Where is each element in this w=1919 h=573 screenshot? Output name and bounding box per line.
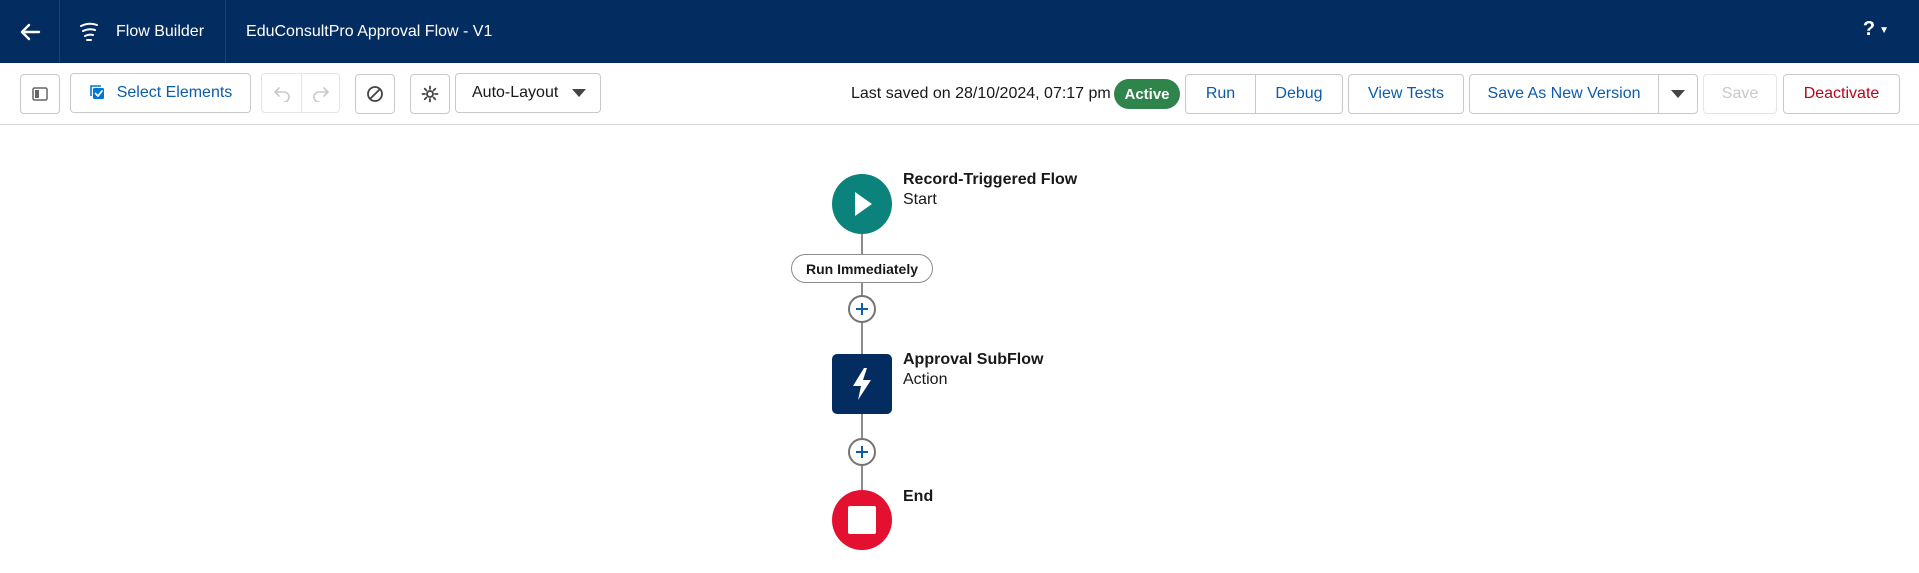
save-as-new-version-label: Save As New Version	[1487, 85, 1641, 102]
save-as-group: Save As New Version	[1469, 74, 1698, 114]
stop-icon	[848, 506, 876, 534]
panel-toggle-icon	[32, 87, 48, 101]
ban-icon	[367, 86, 383, 102]
layout-mode-dropdown[interactable]: Auto-Layout	[455, 73, 601, 113]
help-icon: ?	[1862, 18, 1876, 40]
add-element-button[interactable]	[848, 438, 876, 466]
select-elements-icon	[89, 85, 104, 99]
lightning-icon	[853, 368, 871, 400]
errors-warnings-button[interactable]	[355, 74, 395, 114]
deactivate-label: Deactivate	[1803, 85, 1880, 102]
view-tests-button[interactable]: View Tests	[1348, 74, 1464, 114]
global-header: Flow Builder EduConsultPro Approval Flow…	[0, 0, 1919, 63]
toolbar: Select Elements Auto-Layout Last saved o…	[0, 63, 1919, 125]
plus-icon	[856, 303, 868, 315]
flow-settings-button[interactable]	[410, 74, 450, 114]
deactivate-button[interactable]: Deactivate	[1783, 74, 1900, 114]
redo-icon	[312, 87, 329, 102]
flow-builder-icon	[80, 22, 98, 41]
help-menu-button[interactable]: ? ▼	[1863, 18, 1889, 41]
add-element-button[interactable]	[848, 295, 876, 323]
play-icon	[855, 192, 872, 216]
save-options-menu-button[interactable]	[1658, 75, 1697, 113]
chevron-down-icon	[572, 89, 586, 97]
app-branding: Flow Builder	[60, 0, 227, 63]
action-node-title: Approval SubFlow	[903, 351, 1044, 368]
end-node-title: End	[903, 488, 934, 505]
layout-mode-value: Auto-Layout	[472, 84, 559, 101]
end-node[interactable]	[832, 490, 892, 550]
action-node[interactable]	[832, 354, 892, 414]
debug-button[interactable]: Debug	[1255, 75, 1342, 113]
flow-canvas[interactable]: Record-Triggered Flow Start Run Immediat…	[0, 126, 1919, 573]
select-elements-button[interactable]: Select Elements	[70, 73, 251, 113]
plus-icon	[856, 446, 868, 458]
status-badge: Active	[1114, 79, 1180, 109]
view-tests-label: View Tests	[1368, 85, 1444, 102]
gear-icon	[421, 85, 439, 103]
chevron-down-icon	[1671, 90, 1685, 98]
run-label: Run	[1205, 85, 1236, 102]
last-saved-text: Last saved on 28/10/2024, 07:17 pm	[851, 85, 1111, 102]
action-node-subtitle: Action	[903, 371, 948, 388]
start-node-title: Record-Triggered Flow	[903, 171, 1078, 188]
select-elements-label: Select Elements	[116, 84, 233, 101]
back-button[interactable]	[0, 0, 60, 63]
flow-title: EduConsultPro Approval Flow - V1	[246, 22, 493, 40]
undo-button[interactable]	[262, 74, 301, 112]
start-node[interactable]	[832, 174, 892, 234]
run-debug-group: Run Debug	[1185, 74, 1343, 114]
save-as-new-version-button[interactable]: Save As New Version	[1470, 75, 1658, 113]
redo-button[interactable]	[301, 74, 339, 112]
arrow-left-icon	[20, 23, 40, 40]
run-button[interactable]: Run	[1186, 75, 1255, 113]
chevron-down-icon: ▼	[1879, 25, 1889, 36]
debug-label: Debug	[1275, 85, 1323, 102]
run-immediately-path[interactable]: Run Immediately	[791, 254, 933, 283]
undo-icon	[273, 87, 290, 102]
connector-line	[861, 234, 863, 254]
app-name: Flow Builder	[116, 22, 205, 40]
toggle-panel-button[interactable]	[20, 74, 60, 114]
start-node-subtitle: Start	[903, 191, 937, 208]
save-button[interactable]: Save	[1703, 74, 1777, 114]
save-label: Save	[1721, 85, 1759, 102]
undo-redo-group	[261, 73, 340, 113]
